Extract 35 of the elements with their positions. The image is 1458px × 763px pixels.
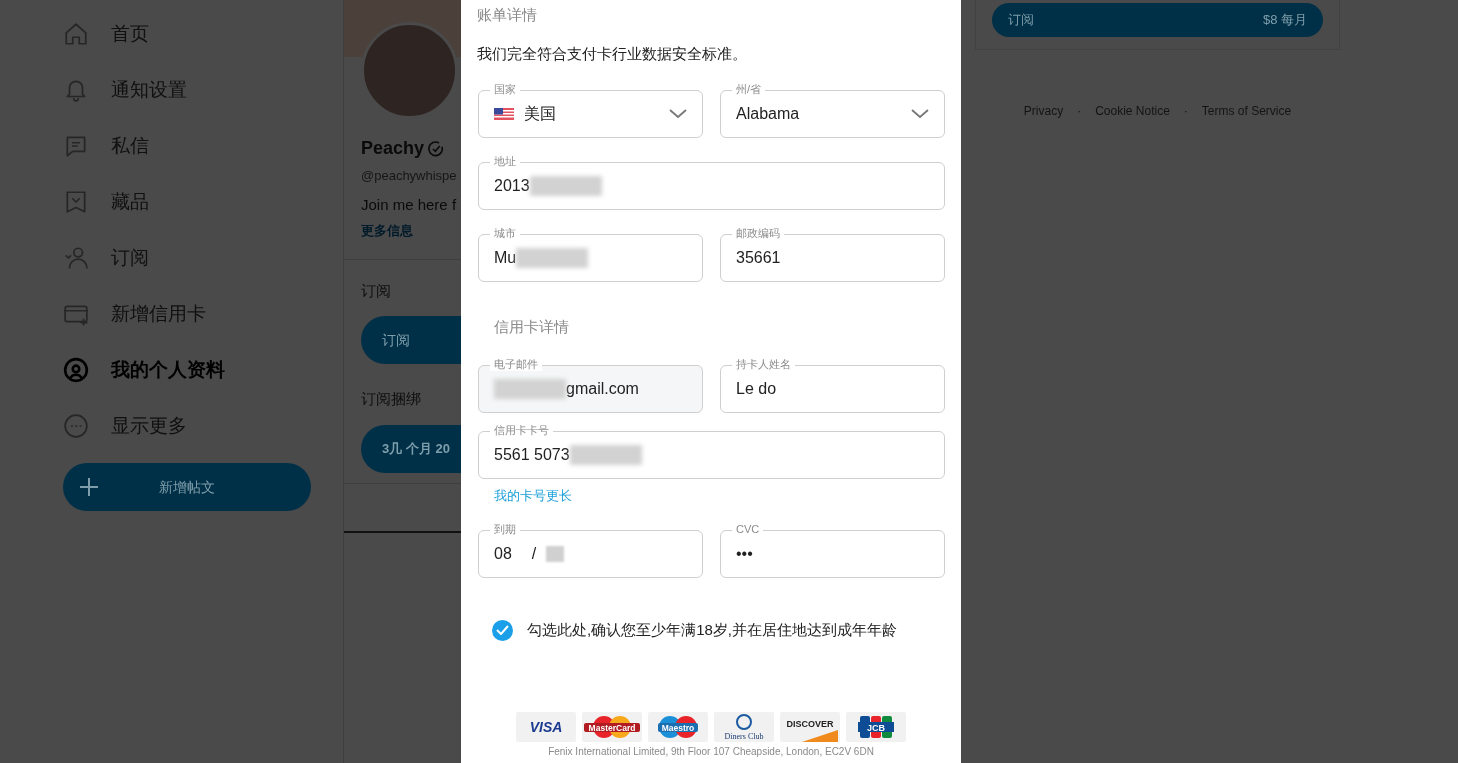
section-heading: 订阅 <box>361 280 391 301</box>
section-title: 账单详情 <box>477 5 537 25</box>
home-icon <box>63 21 89 47</box>
card-brand-logo: Diners Club <box>714 711 774 742</box>
subscribe-button[interactable]: 订阅 <box>361 316 461 364</box>
more-icon <box>63 413 89 439</box>
checkmark-icon <box>496 625 509 636</box>
blurred-redaction <box>546 546 565 562</box>
card-brand-logo: Maestro <box>648 711 708 742</box>
separator-dot: · <box>1077 103 1082 120</box>
chevron-down-icon <box>911 109 929 119</box>
card-brand-logo: VISA <box>516 711 576 742</box>
section-heading: 订阅捆绑 <box>361 389 421 409</box>
card-brand-logo: MasterCard <box>582 711 642 742</box>
separator-dot: · <box>1183 103 1188 120</box>
new-post-button[interactable]: 新增帖文 <box>63 463 311 511</box>
subscribe-button[interactable]: 订阅 $8 每月 <box>992 3 1323 37</box>
bundle-button[interactable]: 3几 个月 20 <box>361 424 461 473</box>
profile-bio: Join me here f <box>361 194 457 215</box>
user-heart-icon <box>63 245 89 271</box>
card-brand-logo: DISCOVER <box>780 711 840 742</box>
longer-card-number-link[interactable]: 我的卡号更长 <box>494 485 572 505</box>
plus-icon <box>79 477 99 497</box>
profile-name: Peachy <box>361 137 425 160</box>
profile-icon <box>63 357 89 383</box>
card-brand-logo: JCB <box>846 711 906 742</box>
chat-icon <box>63 133 89 159</box>
age-confirmation-text: 勾选此处,确认您至少年满18岁,并在居住地达到成年年龄 <box>527 620 898 640</box>
chevron-down-icon <box>669 109 687 119</box>
section-title: 信用卡详情 <box>494 317 569 337</box>
checkbox[interactable] <box>492 619 513 641</box>
flag-icon <box>494 108 514 120</box>
bookmark-icon <box>63 189 89 215</box>
company-address: Fenix International Limited, 9th Floor 107 Cheapside, London, EC2V 6DN <box>548 744 874 759</box>
compliance-text: 我们完全符合支付卡行业数据安全标准。 <box>477 43 747 64</box>
